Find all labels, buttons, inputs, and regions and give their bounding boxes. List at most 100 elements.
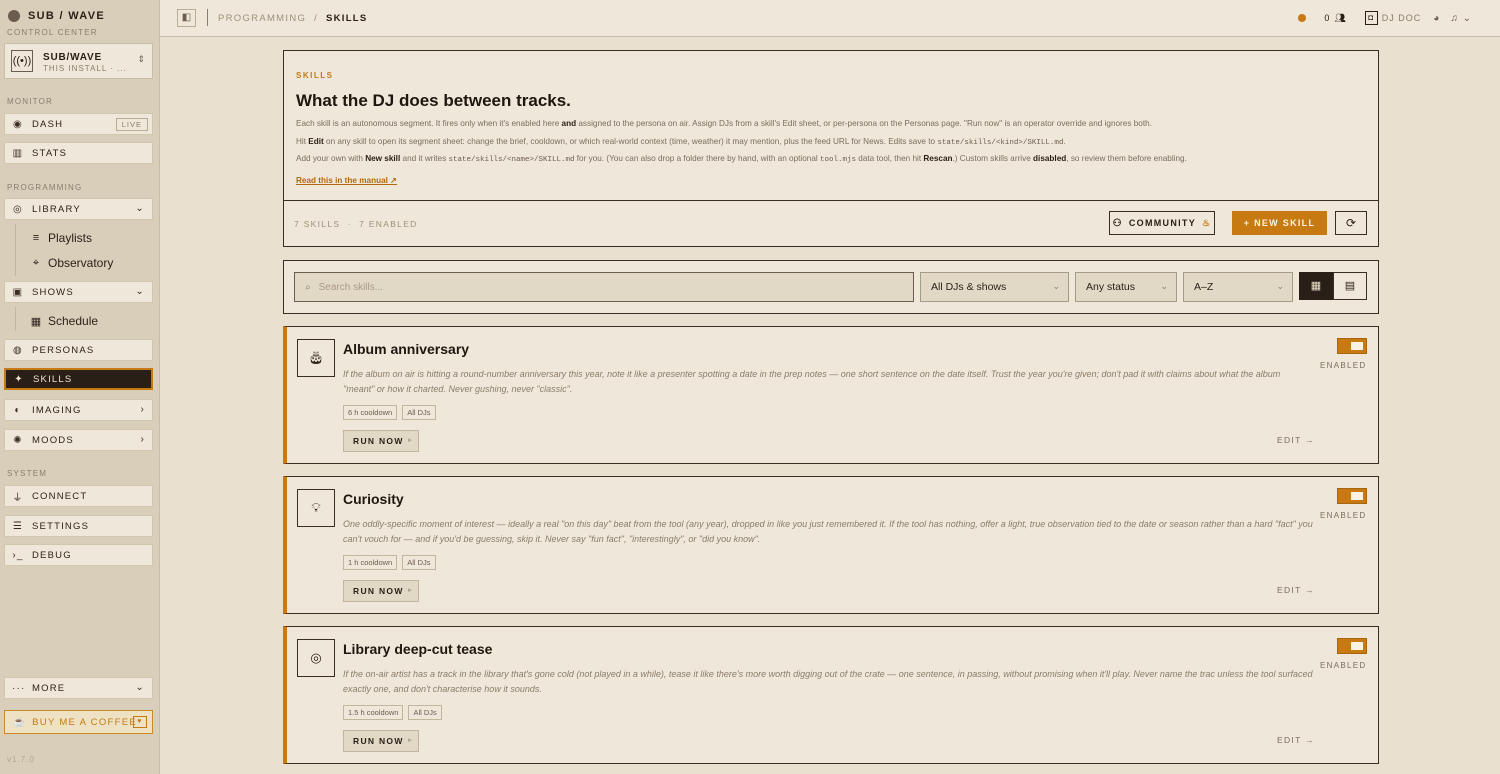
sidebar-item-label: MORE bbox=[32, 682, 66, 694]
brand-logo-icon bbox=[8, 10, 20, 22]
calendar-icon: ▦ bbox=[30, 315, 42, 328]
search-input[interactable] bbox=[318, 281, 879, 293]
flame-icon: ♨ bbox=[1202, 217, 1212, 228]
lightbulb-icon: 💡︎ bbox=[297, 489, 335, 527]
sidebar-item-playlists[interactable]: ≡ Playlists bbox=[30, 230, 92, 246]
sidebar-item-connect[interactable]: ⏚ CONNECT bbox=[4, 485, 153, 507]
more-dots-icon: ··· bbox=[12, 682, 26, 694]
edit-link[interactable]: EDIT → bbox=[1277, 435, 1315, 445]
run-now-label: RUN NOW bbox=[353, 736, 404, 746]
sidebar-item-label: MOODS bbox=[32, 434, 74, 446]
subnav-rail bbox=[15, 224, 16, 276]
skill-card: 🎂︎ Album anniversary If the album on air… bbox=[283, 326, 1379, 464]
chevron-down-icon: ⌄ bbox=[1276, 281, 1284, 291]
breadcrumb: PROGRAMMING / SKILLS bbox=[218, 13, 368, 24]
sidebar-item-moods[interactable]: ✺ MOODS › bbox=[4, 429, 153, 451]
vinyl-icon: ◎ bbox=[297, 639, 335, 677]
bar-chart-icon: ▥ bbox=[12, 147, 24, 159]
dj-assignment-tag: All DJs bbox=[408, 705, 442, 720]
sidebar-item-dash[interactable]: ◉ DASH LIVE bbox=[4, 113, 153, 135]
community-button[interactable]: ⚇ COMMUNITY ♨ bbox=[1109, 211, 1215, 235]
skill-count: 7 SKILLS bbox=[294, 219, 341, 229]
cooldown-tag: 6 h cooldown bbox=[343, 405, 398, 420]
status-filter-value: Any status bbox=[1086, 281, 1136, 293]
sidebar-item-label: CONNECT bbox=[32, 490, 88, 502]
enable-toggle[interactable] bbox=[1337, 638, 1367, 654]
subnav-rail bbox=[15, 307, 16, 331]
radio-icon: ◘ bbox=[1364, 11, 1378, 25]
edit-link[interactable]: EDIT → bbox=[1277, 585, 1315, 595]
sidebar-item-debug[interactable]: ›_ DEBUG bbox=[4, 544, 153, 566]
sidebar-item-label: PERSONAS bbox=[32, 344, 95, 356]
sidebar-item-observatory[interactable]: ⌖ Observatory bbox=[30, 255, 113, 271]
toggle-knob bbox=[1351, 642, 1363, 650]
run-now-button[interactable]: RUN NOW ▸ bbox=[343, 730, 419, 752]
sidebar-item-label: Schedule bbox=[48, 314, 99, 328]
buy-me-a-coffee-button[interactable]: ☕ BUY ME A COFFEE ♥ bbox=[4, 710, 153, 734]
sort-select[interactable]: A–Z ⌄ bbox=[1183, 272, 1293, 302]
sidebar-item-stats[interactable]: ▥ STATS bbox=[4, 142, 153, 164]
sidebar-item-library[interactable]: ◎ LIBRARY ⌄ bbox=[4, 198, 153, 220]
chevron-down-icon: ⌄ bbox=[1160, 281, 1168, 291]
install-switcher[interactable]: ((•)) SUB/WAVE THIS INSTALL · ... ⇕ bbox=[4, 43, 153, 79]
dj-filter-select[interactable]: All DJs & shows ⌄ bbox=[920, 272, 1069, 302]
edit-link[interactable]: EDIT → bbox=[1277, 735, 1315, 745]
listener-count: 0 bbox=[1324, 13, 1331, 23]
breadcrumb-parent[interactable]: PROGRAMMING bbox=[218, 13, 306, 24]
current-dj[interactable]: DJ DOC bbox=[1382, 13, 1422, 23]
section-label-system: SYSTEM bbox=[7, 469, 48, 478]
manual-link[interactable]: Read this in the manual ↗ bbox=[296, 175, 397, 185]
sidebar-item-settings[interactable]: ☰ SETTINGS bbox=[4, 515, 153, 537]
toggle-knob bbox=[1351, 342, 1363, 350]
rescan-button[interactable]: ⟳ bbox=[1335, 211, 1367, 235]
status-filter-select[interactable]: Any status ⌄ bbox=[1075, 272, 1177, 302]
sidebar-toggle-button[interactable]: ◧ bbox=[177, 9, 196, 27]
antenna-icon: ((•)) bbox=[11, 50, 33, 72]
dj-filter-value: All DJs & shows bbox=[931, 281, 1007, 293]
search-icon: ⌕ bbox=[305, 281, 311, 293]
persona-icon: ◍ bbox=[13, 344, 23, 356]
sidebar-item-skills[interactable]: ✦ SKILLS bbox=[4, 368, 153, 390]
run-now-button[interactable]: RUN NOW ▸ bbox=[343, 580, 419, 602]
install-title: SUB/WAVE bbox=[43, 52, 102, 63]
search-box[interactable]: ⌕ bbox=[294, 272, 914, 302]
sidebar-item-schedule[interactable]: ▦ Schedule bbox=[30, 313, 98, 329]
sidebar-item-more[interactable]: ··· MORE ⌄ bbox=[4, 677, 153, 699]
telescope-icon: ⌖ bbox=[32, 256, 40, 269]
palette-icon[interactable]: ◕ bbox=[1433, 13, 1440, 24]
enable-toggle[interactable] bbox=[1337, 338, 1367, 354]
skill-tags: 1 h cooldown All DJs bbox=[343, 555, 441, 570]
chevron-updown-icon: ⇕ bbox=[137, 54, 145, 64]
sidebar-item-imaging[interactable]: ◐ IMAGING › bbox=[4, 399, 153, 421]
play-icon: ▸ bbox=[408, 737, 413, 744]
tv-icon: ▣ bbox=[12, 286, 24, 298]
brand: SUB / WAVE bbox=[8, 9, 105, 23]
run-now-button[interactable]: RUN NOW ▸ bbox=[343, 430, 419, 452]
filter-bar: ⌕ All DJs & shows ⌄ Any status ⌄ A–Z ⌄ ▦… bbox=[283, 260, 1379, 314]
sidebar-item-personas[interactable]: ◍ PERSONAS bbox=[4, 339, 153, 361]
users-icon: 👥︎ bbox=[1334, 12, 1347, 23]
headphones-icon[interactable]: ♫ ⌄ bbox=[1450, 13, 1472, 24]
sidebar-item-shows[interactable]: ▣ SHOWS ⌄ bbox=[4, 281, 153, 303]
sidebar: SUB / WAVE CONTROL CENTER ((•)) SUB/WAVE… bbox=[0, 0, 160, 774]
new-skill-button[interactable]: + NEW SKILL bbox=[1232, 211, 1327, 235]
intro-paragraph-2: Hit Edit on any skill to open its segmen… bbox=[296, 137, 1066, 147]
skills-header-card: SKILLS What the DJ does between tracks. … bbox=[283, 50, 1379, 247]
version-label: v1.7.0 bbox=[7, 755, 35, 764]
chevron-down-icon: ⌄ bbox=[135, 286, 145, 297]
palette-icon: ✺ bbox=[13, 434, 23, 446]
list-icon: ▤ bbox=[1344, 280, 1356, 292]
disc-icon: ◎ bbox=[13, 203, 23, 215]
skill-title: Album anniversary bbox=[343, 341, 470, 357]
sidebar-item-label: SHOWS bbox=[32, 286, 74, 298]
panel-icon: ◧ bbox=[181, 12, 192, 23]
grid-view-button[interactable]: ▦ bbox=[1299, 272, 1333, 300]
chevron-right-icon: › bbox=[140, 404, 145, 415]
status-label: ENABLED bbox=[1320, 511, 1367, 520]
list-view-button[interactable]: ▤ bbox=[1333, 272, 1367, 300]
run-now-label: RUN NOW bbox=[353, 436, 404, 446]
header-divider bbox=[284, 200, 1378, 201]
enable-toggle[interactable] bbox=[1337, 488, 1367, 504]
sidebar-item-label: Observatory bbox=[48, 256, 114, 270]
skill-description: If the on-air artist has a track in the … bbox=[343, 669, 1313, 694]
